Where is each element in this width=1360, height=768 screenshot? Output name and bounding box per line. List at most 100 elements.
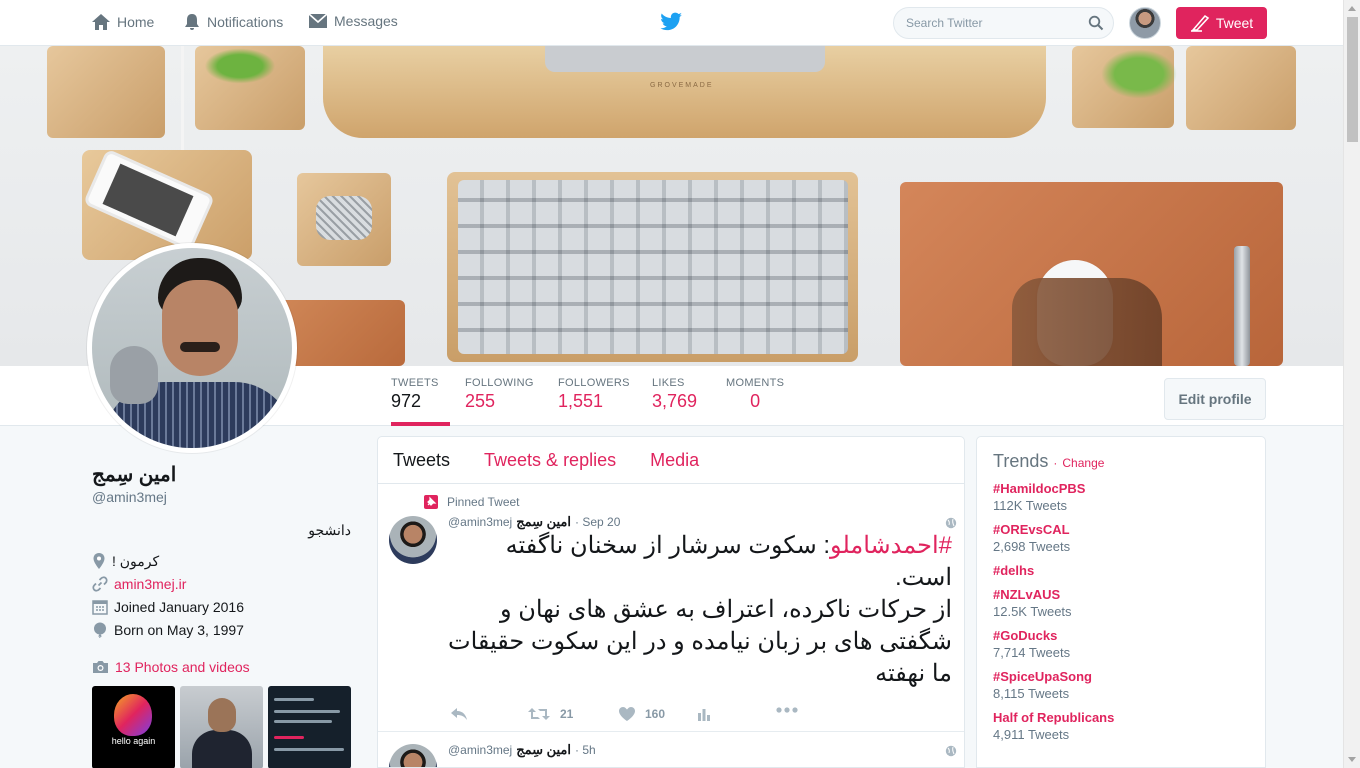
trend-item[interactable]: #delhs xyxy=(993,563,1249,578)
tab-tweets[interactable]: Tweets xyxy=(393,450,450,471)
stat-likes[interactable]: LIKES 3,769 xyxy=(652,366,697,426)
avatar-moustache xyxy=(180,342,220,352)
profile-website[interactable]: amin3mej.ir xyxy=(92,576,354,592)
compose-tweet-label: Tweet xyxy=(1215,15,1254,31)
trend-item[interactable]: #OREvsCAL 2,698 Tweets xyxy=(993,522,1249,554)
photos-videos-label: 13 Photos and videos xyxy=(115,659,250,675)
retweet-button[interactable]: 21 xyxy=(528,707,573,721)
bell-icon xyxy=(185,14,199,30)
banner-hand xyxy=(1012,278,1162,366)
pinned-tweet[interactable]: Pinned Tweet @amin3mej امین سِمج · Sep 2… xyxy=(378,485,964,732)
profile-joined: Joined January 2016 xyxy=(92,599,354,615)
profile-bio: دانشجو xyxy=(308,522,351,538)
nav-messages[interactable]: Messages xyxy=(308,13,398,29)
trend-tag[interactable]: #delhs xyxy=(993,563,1249,578)
edit-profile-button[interactable]: Edit profile xyxy=(1164,378,1266,420)
stat-moments-value: 0 xyxy=(750,391,761,411)
stat-likes-label: LIKES xyxy=(652,377,685,389)
profile-birthday-text: Born on May 3, 1997 xyxy=(114,622,244,638)
trend-tag[interactable]: #HamildocPBS xyxy=(993,481,1249,496)
page-scrollbar[interactable] xyxy=(1343,0,1360,768)
trend-count: 7,714 Tweets xyxy=(993,645,1071,660)
tweet-timestamp[interactable]: · Sep 20 xyxy=(575,515,620,529)
stat-likes-value: 3,769 xyxy=(652,391,698,411)
trend-tag[interactable]: #SpiceUpaSong xyxy=(993,669,1249,684)
trends-separator: · xyxy=(1053,456,1058,470)
media-thumb-2-suit xyxy=(192,730,252,768)
search-icon[interactable] xyxy=(1088,15,1104,31)
media-thumb-3[interactable] xyxy=(268,686,351,768)
trend-item[interactable]: Half of Republicans 4,911 Tweets xyxy=(993,710,1249,742)
tweet-header: @amin3mej امین سِمج · Sep 20 xyxy=(448,514,620,530)
banner-pen xyxy=(1234,246,1250,366)
trend-count: 12.5K Tweets xyxy=(993,604,1072,619)
envelope-icon xyxy=(308,13,328,28)
scroll-thumb[interactable] xyxy=(1347,17,1358,142)
heart-icon xyxy=(619,707,635,721)
trend-tag[interactable]: #OREvsCAL xyxy=(993,522,1249,537)
tab-tweets-replies[interactable]: Tweets & replies xyxy=(484,450,616,471)
tweet-author-name[interactable]: امین سِمج xyxy=(516,514,571,530)
trend-item[interactable]: #NZLvAUS 12.5K Tweets xyxy=(993,587,1249,619)
tweet-author-name[interactable]: امین سِمج xyxy=(516,742,571,758)
stat-followers-value: 1,551 xyxy=(558,391,604,411)
tab-media[interactable]: Media xyxy=(650,450,699,471)
photos-videos-link[interactable]: 13 Photos and videos xyxy=(92,659,354,675)
camera-icon xyxy=(93,661,108,673)
pin-icon xyxy=(424,495,438,509)
scroll-down-arrow-icon[interactable] xyxy=(1348,757,1356,762)
trend-count: 2,698 Tweets xyxy=(993,539,1071,554)
compose-tweet-button[interactable]: Tweet xyxy=(1176,7,1267,39)
like-button[interactable]: 160 xyxy=(619,707,665,721)
tweet-timeline: Tweets Tweets & replies Media Pinned Twe… xyxy=(377,436,965,768)
profile-avatar[interactable] xyxy=(87,243,297,453)
apple-logo-icon xyxy=(114,694,152,736)
trend-item[interactable]: #HamildocPBS 112K Tweets xyxy=(993,481,1249,513)
profile-handle[interactable]: @amin3mej xyxy=(92,489,354,505)
search-input[interactable]: Search Twitter xyxy=(893,7,1114,39)
trend-item[interactable]: #GoDucks 7,714 Tweets xyxy=(993,628,1249,660)
nav-home[interactable]: Home xyxy=(91,13,154,31)
link-icon xyxy=(92,576,108,592)
stat-moments[interactable]: MOMENTS 0 xyxy=(726,366,784,426)
twitter-bird-icon[interactable] xyxy=(660,12,683,32)
globe-icon xyxy=(945,745,957,757)
stat-tweets[interactable]: TWEETS 972 xyxy=(391,366,450,426)
nav-notifications-label: Notifications xyxy=(207,14,284,30)
more-dots-icon xyxy=(776,707,798,713)
tweet-item[interactable]: @amin3mej امین سِمج · 5h xyxy=(378,733,964,767)
trends-change-link[interactable]: Change xyxy=(1062,456,1104,470)
banner-keyboard xyxy=(458,180,848,354)
nav-notifications[interactable]: Notifications xyxy=(183,13,283,31)
trend-tag[interactable]: Half of Republicans xyxy=(993,710,1249,725)
profile-name[interactable]: امین سِمج xyxy=(92,462,354,487)
more-button[interactable] xyxy=(776,707,798,713)
media-thumb-3-line xyxy=(274,710,340,713)
account-avatar[interactable] xyxy=(1129,7,1161,39)
tweet-author-handle[interactable]: @amin3mej xyxy=(448,515,512,529)
profile-website-link[interactable]: amin3mej.ir xyxy=(114,576,186,592)
tweet-author-avatar[interactable] xyxy=(389,744,437,767)
stat-followers[interactable]: FOLLOWERS 1,551 xyxy=(558,366,630,426)
profile-birthday: Born on May 3, 1997 xyxy=(92,622,354,638)
scroll-up-arrow-icon[interactable] xyxy=(1348,6,1356,11)
banner-pen-holder xyxy=(47,46,165,138)
stat-tweets-value: 972 xyxy=(391,391,422,411)
media-thumb-1[interactable]: hello again xyxy=(92,686,175,768)
media-thumb-2[interactable] xyxy=(180,686,263,768)
globe-icon xyxy=(945,517,957,529)
reply-button[interactable] xyxy=(450,707,468,721)
trend-tag[interactable]: #NZLvAUS xyxy=(993,587,1249,602)
tweet-timestamp[interactable]: · 5h xyxy=(575,743,596,757)
tweet-hashtag[interactable]: #احمدشاملو xyxy=(830,532,952,559)
avatar-parrot xyxy=(110,346,158,404)
tweet-author-handle[interactable]: @amin3mej xyxy=(448,743,512,757)
trend-count: 112K Tweets xyxy=(993,498,1067,513)
calendar-icon xyxy=(92,600,108,615)
trend-item[interactable]: #SpiceUpaSong 8,115 Tweets xyxy=(993,669,1249,701)
trend-tag[interactable]: #GoDucks xyxy=(993,628,1249,643)
tweet-author-avatar[interactable] xyxy=(389,516,437,564)
stat-following[interactable]: FOLLOWING 255 xyxy=(465,366,534,426)
analytics-button[interactable] xyxy=(697,707,711,721)
trends-title: Trends xyxy=(993,451,1049,471)
